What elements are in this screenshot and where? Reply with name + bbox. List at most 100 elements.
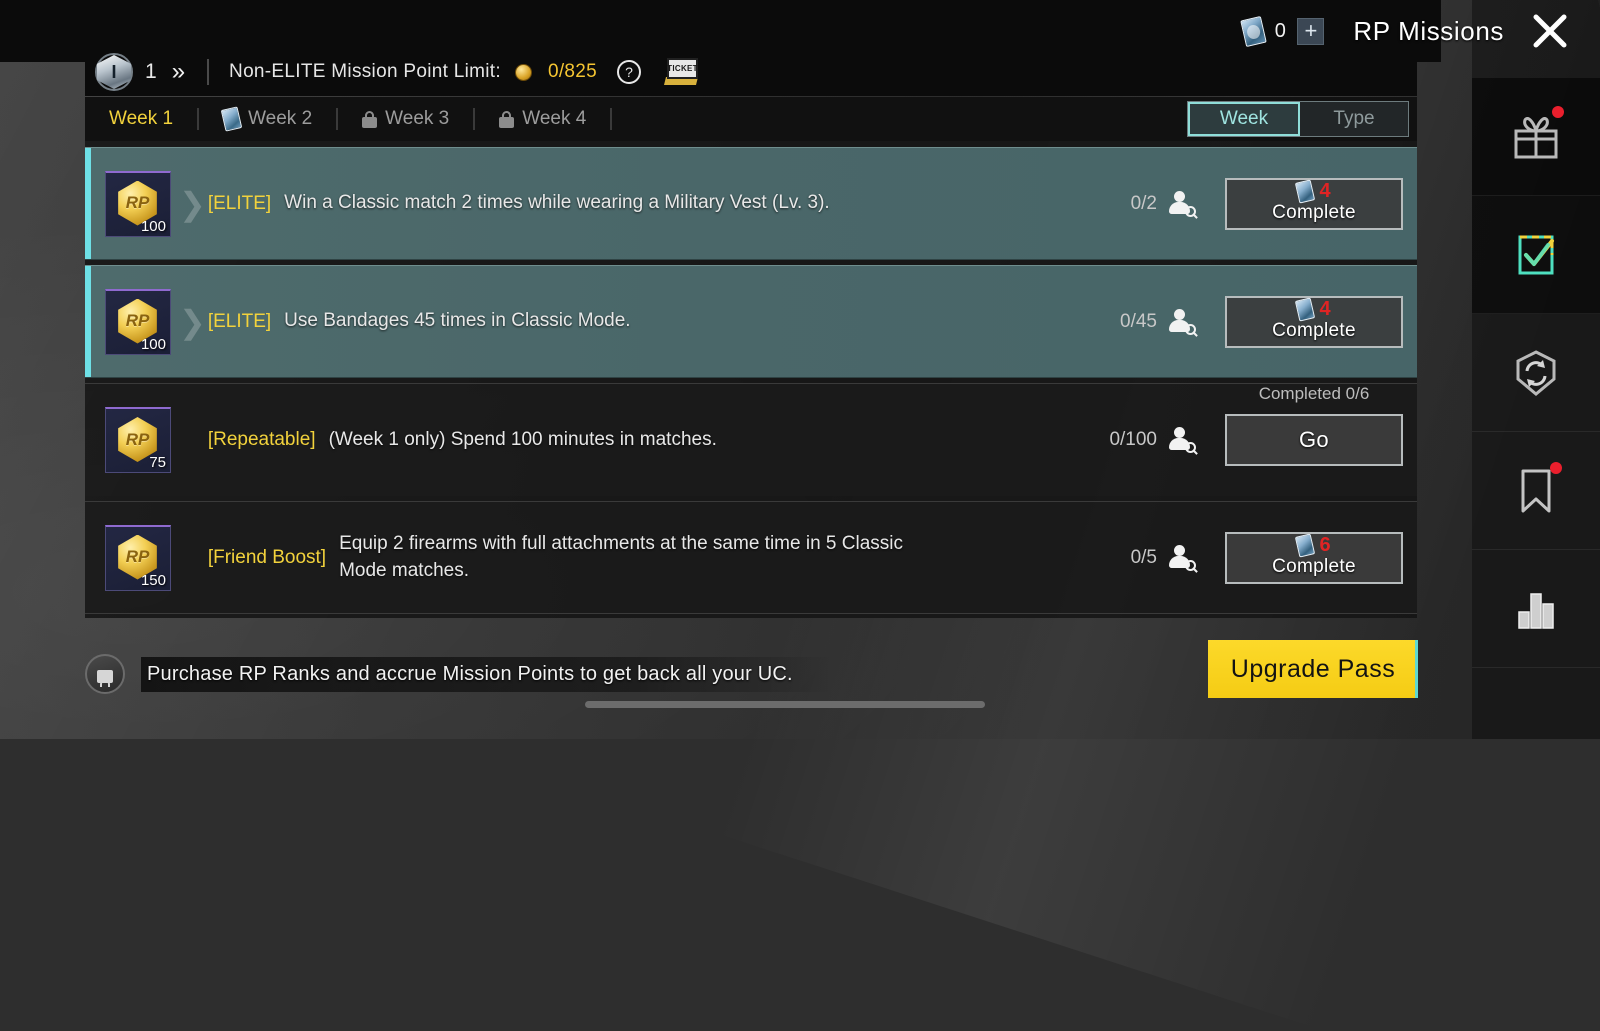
completed-count-label: Completed 0/6 [1258, 384, 1370, 403]
rp-rank-badge: I [95, 53, 133, 91]
rail-item-missions[interactable] [1472, 196, 1600, 314]
table-row: RP 75 ❯ [Repeatable] (Week 1 only) Spend… [85, 383, 1417, 496]
mission-point-limit-value: 0/825 [547, 61, 598, 82]
rail-item-sync[interactable] [1472, 314, 1600, 432]
rail-item-gift[interactable] [1472, 78, 1600, 196]
right-rail [1472, 0, 1600, 739]
week-tab-label: Week 1 [109, 108, 174, 129]
mission-progress: 0/100 [1109, 429, 1157, 450]
missions-panel: Week 1 Week 2 Week 3 Week 4 Week Type RP… [85, 97, 1417, 618]
mission-text: [ELITE] Win a Classic match 2 times whil… [208, 190, 1079, 216]
mission-description: (Week 1 only) Spend 100 minutes in match… [328, 428, 717, 450]
cost-amount: 4 [1319, 297, 1331, 320]
card-icon [1295, 296, 1316, 322]
reward-amount: 100 [140, 335, 166, 353]
mission-description: Win a Classic match 2 times while wearin… [284, 192, 830, 214]
chevron-right-icon: ❯ [179, 539, 206, 577]
page-title: RP Missions [1353, 15, 1504, 46]
mission-cost: 4 [1295, 296, 1331, 322]
footer-notice-text: Purchase RP Ranks and accrue Mission Poi… [141, 656, 833, 692]
mission-description: Use Bandages 45 times in Classic Mode. [284, 310, 631, 332]
mission-action: 6 Complete [1225, 531, 1403, 584]
button-label: Complete [1272, 201, 1356, 223]
mission-action: 4 Complete [1225, 295, 1403, 348]
chevron-right-icon[interactable]: » [172, 60, 185, 84]
close-button[interactable] [1528, 0, 1572, 62]
notification-dot [1550, 462, 1562, 474]
sidebar-item-week-3[interactable]: Week 3 [338, 97, 473, 141]
cost-amount: 4 [1319, 179, 1331, 202]
button-label: Complete [1272, 555, 1356, 577]
tab-week-view[interactable]: Week [1188, 102, 1300, 136]
mission-text: [Repeatable] (Week 1 only) Spend 100 min… [208, 427, 1079, 453]
mission-progress: 0/2 [1130, 192, 1157, 214]
card-icon [1239, 15, 1267, 47]
button-label: Complete [1272, 319, 1356, 341]
friend-search-icon[interactable] [1169, 544, 1203, 572]
table-row: RP 100 ❯ [ELITE] Win a Classic match 2 t… [85, 147, 1417, 260]
mission-point-info-bar: I 1 » Non-ELITE Mission Point Limit: 0/8… [85, 48, 1417, 96]
mission-cost: 6 [1295, 532, 1331, 558]
chevron-right-icon: ❯ [179, 185, 206, 222]
upgrade-pass-button[interactable]: Upgrade Pass [1208, 640, 1418, 698]
help-button[interactable]: ? [617, 60, 642, 84]
cost-amount: 6 [1319, 533, 1331, 556]
friend-search-icon[interactable] [1169, 190, 1203, 218]
friend-search-icon[interactable] [1169, 426, 1203, 454]
mission-tag: [ELITE] [207, 310, 272, 332]
mission-tag: [ELITE] [207, 192, 272, 214]
add-card-button[interactable]: + [1297, 17, 1325, 45]
complete-button[interactable]: 6 Complete [1225, 531, 1403, 584]
mission-reward: RP 150 [105, 524, 171, 591]
table-row: RP 100 ❯ [ELITE] Use Bandages 45 times i… [85, 265, 1417, 378]
rail-item-bookmark[interactable] [1472, 432, 1600, 550]
complete-button[interactable]: 4 Complete [1225, 295, 1403, 348]
sidebar-item-week-4[interactable]: Week 4 [475, 97, 610, 141]
close-icon [1533, 14, 1567, 48]
mission-cost: 4 [1295, 178, 1331, 204]
notification-dot [1552, 106, 1564, 118]
card-icon [1295, 532, 1316, 558]
divider [207, 59, 210, 85]
mission-text: [Friend Boost] Equip 2 firearms with ful… [208, 531, 1079, 583]
lock-icon [362, 110, 378, 128]
mission-list: RP 100 ❯ [ELITE] Win a Classic match 2 t… [85, 141, 1417, 618]
tab-type-view[interactable]: Type [1300, 102, 1408, 136]
mission-tag: [Friend Boost] [207, 546, 327, 568]
reward-amount: 75 [149, 454, 166, 471]
week-tab-label: Week 3 [385, 108, 450, 129]
ticket-icon[interactable]: TICKET [664, 58, 699, 86]
friend-search-icon[interactable] [1169, 308, 1203, 336]
mission-action: 4 Complete [1225, 177, 1403, 230]
button-label: Go [1299, 427, 1329, 452]
week-tab-label: Week 4 [522, 108, 587, 129]
week-tab-label: Week 2 [248, 108, 313, 129]
view-toggle: Week Type [1187, 101, 1409, 137]
mission-progress: 0/5 [1130, 546, 1157, 568]
sidebar-item-week-2[interactable]: Week 2 [199, 97, 336, 141]
checklist-icon [1518, 235, 1554, 274]
lock-icon [85, 654, 125, 694]
mission-tag: [Repeatable] [207, 429, 316, 450]
complete-button[interactable]: 4 Complete [1225, 177, 1403, 230]
reward-amount: 150 [140, 571, 166, 589]
card-icon [1295, 178, 1316, 204]
chevron-right-icon: ❯ [179, 421, 206, 459]
mission-description: Equip 2 firearms with full attachments a… [339, 533, 903, 581]
card-count: 0 [1274, 19, 1287, 42]
mission-text: [ELITE] Use Bandages 45 times in Classic… [208, 308, 1079, 334]
sidebar-item-week-1[interactable]: Week 1 [85, 97, 197, 141]
mission-reward: RP 75 [105, 407, 171, 473]
rail-item-stats[interactable] [1472, 550, 1600, 668]
horizontal-scrollbar[interactable] [585, 701, 985, 708]
week-tab-bar: Week 1 Week 2 Week 3 Week 4 Week Type [85, 97, 1417, 141]
go-button[interactable]: Go [1225, 414, 1403, 466]
card-icon [220, 106, 243, 132]
lock-icon [499, 110, 515, 128]
rp-rank-number: 1 [145, 60, 158, 83]
sync-shield-icon [1516, 349, 1556, 396]
mission-reward: RP 100 [105, 288, 171, 355]
footer-notice-bar: Purchase RP Ranks and accrue Mission Poi… [85, 650, 1285, 698]
gift-icon [1514, 116, 1558, 158]
mission-action: Completed 0/6 Go [1225, 384, 1403, 466]
